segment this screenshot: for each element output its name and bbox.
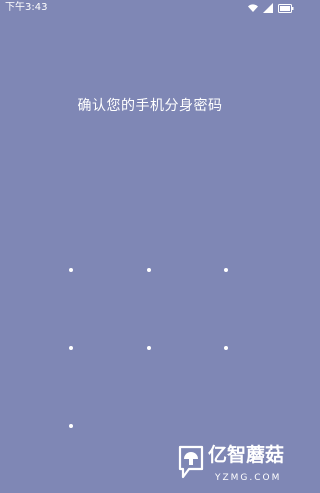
watermark-title: 亿智蘑菇 — [208, 444, 285, 466]
status-icons — [247, 2, 294, 14]
pattern-dot-5[interactable] — [147, 346, 151, 350]
wifi-icon — [247, 3, 259, 13]
pattern-dot-6[interactable] — [224, 346, 228, 350]
pattern-dot-3[interactable] — [224, 268, 228, 272]
watermark-logo: 亿智蘑菇 YZMG.COM — [176, 443, 296, 489]
battery-icon — [278, 3, 294, 13]
confirm-password-prompt: 确认您的手机分身密码 — [77, 98, 223, 114]
signal-icon — [263, 3, 274, 13]
mushroom-logo-icon — [176, 443, 206, 487]
pattern-dot-2[interactable] — [147, 268, 151, 272]
pattern-dot-1[interactable] — [69, 268, 73, 272]
status-bar: 下午3:43 — [0, 0, 300, 16]
pattern-dot-4[interactable] — [69, 346, 73, 350]
status-time: 下午3:43 — [5, 2, 48, 13]
watermark-subtitle: YZMG.COM — [215, 473, 282, 483]
pattern-dot-7[interactable] — [69, 424, 73, 428]
